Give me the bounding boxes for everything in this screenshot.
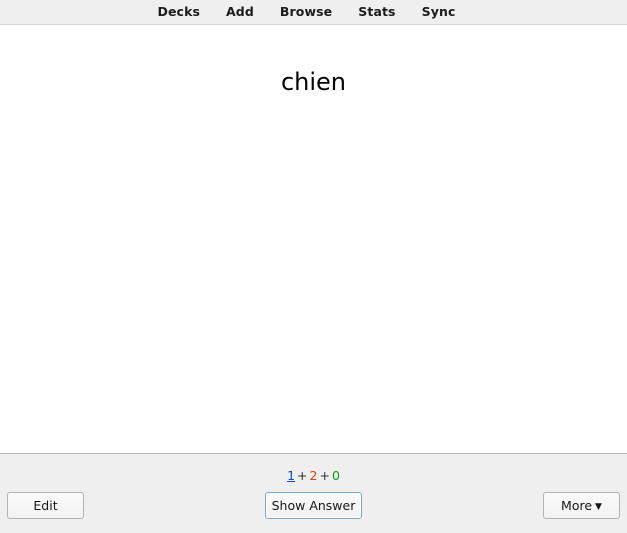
- nav-item-decks[interactable]: Decks: [158, 5, 201, 19]
- card-question-text: chien: [280, 68, 347, 96]
- nav-item-sync[interactable]: Sync: [422, 5, 456, 19]
- bottom-button-row: Edit Show Answer More ▼: [0, 492, 627, 519]
- study-counts: 1 +2 +0: [0, 468, 627, 483]
- count-new[interactable]: 1: [287, 468, 295, 483]
- nav-item-stats[interactable]: Stats: [358, 5, 395, 19]
- count-separator-1: +: [297, 468, 308, 483]
- nav-item-add[interactable]: Add: [226, 5, 254, 19]
- nav-item-browse[interactable]: Browse: [280, 5, 332, 19]
- chevron-down-icon: ▼: [595, 502, 602, 512]
- edit-button[interactable]: Edit: [7, 492, 84, 519]
- count-due[interactable]: 0: [332, 468, 340, 483]
- top-navigation-bar: Decks Add Browse Stats Sync: [0, 0, 627, 25]
- nav-item-list: Decks Add Browse Stats Sync: [158, 5, 456, 19]
- show-answer-button[interactable]: Show Answer: [265, 492, 362, 519]
- card-content-area: chien: [0, 25, 627, 453]
- bottom-toolbar: 1 +2 +0 Edit Show Answer More ▼: [0, 453, 627, 533]
- more-button[interactable]: More ▼: [543, 492, 620, 519]
- more-button-label: More: [561, 498, 593, 513]
- anki-reviewer-window: Decks Add Browse Stats Sync chien 1 +2 +0 …: [0, 0, 627, 533]
- count-separator-2: +: [319, 468, 330, 483]
